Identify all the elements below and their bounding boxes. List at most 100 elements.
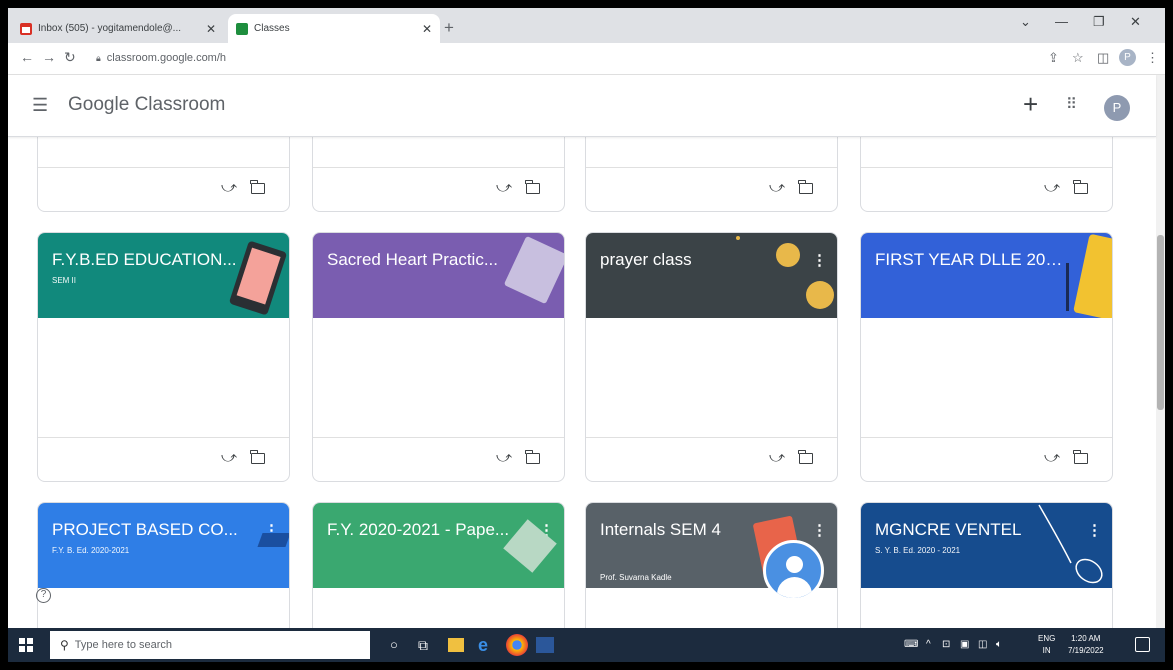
google-apps-icon[interactable]: ⠿ [1066,95,1077,113]
tray-app-icon[interactable]: ▣ [960,639,969,650]
more-options-icon[interactable]: ⋮ [812,521,827,539]
language-indicator[interactable]: ENG IN [1038,633,1055,657]
class-card[interactable]: ⤻ [312,137,565,212]
word-icon[interactable] [536,637,554,653]
card-banner[interactable]: FIRST YEAR DLLE 202... [861,233,1112,318]
back-icon[interactable]: ← [20,49,34,65]
tab-title: Classes [254,23,290,34]
class-card[interactable]: prayer class ⋮ ⤻ [585,232,838,482]
close-window-icon[interactable]: ✕ [1130,14,1141,30]
class-card[interactable]: ⤻ [585,137,838,212]
class-name[interactable]: F.Y.B.ED EDUCATION... [52,250,242,270]
minimize-icon[interactable]: — [1055,14,1068,29]
folder-icon[interactable] [525,450,540,464]
show-hidden-icons[interactable]: ^ [926,639,931,650]
card-banner[interactable]: F.Y.B.ED EDUCATION... SEM II [38,233,289,318]
account-avatar[interactable]: P [1104,95,1130,121]
earphones-illustration [1066,263,1069,311]
class-card[interactable]: MGNCRE VENTEL S. Y. B. Ed. 2020 - 2021 ⋮ [860,502,1113,628]
trending-icon[interactable]: ⤻ [221,179,237,196]
class-card[interactable]: FIRST YEAR DLLE 202... ⤻ [860,232,1113,482]
restore-icon[interactable]: ❐ [1093,14,1105,30]
class-section: SEM II [52,276,77,285]
folder-icon[interactable] [798,180,813,194]
card-banner[interactable]: MGNCRE VENTEL S. Y. B. Ed. 2020 - 2021 ⋮ [861,503,1112,588]
classroom-icon [236,22,248,35]
browser-profile-avatar[interactable]: P [1119,49,1136,66]
folder-icon[interactable] [525,180,540,194]
trending-icon[interactable]: ⤻ [769,449,785,466]
card-banner[interactable]: prayer class ⋮ [586,233,837,318]
new-tab-icon[interactable]: + [444,18,454,38]
tray-app-icon[interactable]: ⊡ [942,639,950,650]
class-name[interactable]: PROJECT BASED CO... [52,520,242,540]
cortana-icon[interactable]: ○ [390,636,398,654]
class-section: F.Y. B. Ed. 2020-2021 [52,546,130,555]
notifications-icon[interactable] [1135,637,1150,652]
close-tab-icon[interactable]: ✕ [422,22,432,36]
folder-icon[interactable] [250,450,265,464]
lang-code: ENG [1038,634,1056,643]
class-name[interactable]: prayer class [600,250,790,270]
classroom-header: ☰ Google Classroom + ⠿ P [8,75,1156,137]
class-name[interactable]: F.Y. 2020-2021 - Pape... [327,520,517,540]
more-options-icon[interactable]: ⋮ [812,251,827,269]
network-icon[interactable]: ◫ [978,639,987,650]
class-card[interactable]: F.Y.B.ED EDUCATION... SEM II ⤻ [37,232,290,482]
bookmark-star-icon[interactable]: ☆ [1072,50,1084,66]
card-banner[interactable]: Sacred Heart Practic... [313,233,564,318]
app-logo[interactable]: Google Classroom [68,94,225,116]
trending-icon[interactable]: ⤻ [1044,449,1060,466]
forward-icon[interactable]: → [42,49,56,65]
task-view-icon[interactable]: ⧉ [418,636,428,654]
search-icon: ⚲ [60,638,69,652]
reload-icon[interactable]: ↻ [64,49,76,66]
class-card[interactable]: ⤻ [860,137,1113,212]
main-menu-icon[interactable]: ☰ [32,95,48,116]
volume-icon[interactable]: 🔈︎ [996,639,1002,650]
trending-icon[interactable]: ⤻ [496,179,512,196]
class-card[interactable]: F.Y. 2020-2021 - Pape... ⋮ [312,502,565,628]
class-name[interactable]: Sacred Heart Practic... [327,250,517,270]
class-card[interactable]: PROJECT BASED CO... F.Y. B. Ed. 2020-202… [37,502,290,628]
chrome-icon[interactable] [506,634,528,656]
class-card[interactable]: Sacred Heart Practic... ⤻ [312,232,565,482]
close-tab-icon[interactable]: ✕ [206,22,216,36]
card-banner[interactable]: F.Y. 2020-2021 - Pape... ⋮ [313,503,564,588]
card-footer: ⤻ [313,437,564,481]
url-field[interactable]: 🔒︎ classroom.google.com/h [86,47,1006,69]
system-clock[interactable]: 1:20 AM 7/19/2022 [1068,633,1104,657]
folder-icon[interactable] [1073,450,1088,464]
taskbar-search-box[interactable]: ⚲ Type here to search [50,631,370,659]
teacher-avatar[interactable] [763,540,824,601]
side-panel-icon[interactable]: ◫ [1097,50,1109,66]
browser-tab-strip: Inbox (505) - yogitamendole@... ✕ Classe… [8,8,1165,43]
tab-gmail[interactable]: Inbox (505) - yogitamendole@... ✕ [12,14,224,43]
add-class-icon[interactable]: + [1023,89,1038,120]
tab-classes[interactable]: Classes ✕ [228,14,440,43]
trending-icon[interactable]: ⤻ [496,449,512,466]
folder-icon[interactable] [798,450,813,464]
folder-icon[interactable] [1073,180,1088,194]
windows-start-icon[interactable] [19,638,33,652]
page-scrollbar[interactable] [1156,75,1165,628]
card-footer: ⤻ [586,167,837,211]
tab-search-icon[interactable]: ⌄ [1020,14,1031,30]
trending-icon[interactable]: ⤻ [769,179,785,196]
share-icon[interactable]: ⇪ [1048,50,1059,66]
folder-icon[interactable] [250,180,265,194]
class-section: S. Y. B. Ed. 2020 - 2021 [875,546,961,555]
card-banner[interactable]: PROJECT BASED CO... F.Y. B. Ed. 2020-202… [38,503,289,588]
card-footer: ⤻ [861,437,1112,481]
browser-menu-icon[interactable]: ⋮ [1146,50,1159,66]
search-placeholder: Type here to search [74,639,173,651]
trending-icon[interactable]: ⤻ [1044,179,1060,196]
class-card[interactable]: ⤻ [37,137,290,212]
scrollbar-thumb[interactable] [1157,235,1164,410]
class-name[interactable]: FIRST YEAR DLLE 202... [875,250,1065,270]
trending-icon[interactable]: ⤻ [221,449,237,466]
help-icon[interactable]: ? [36,588,51,603]
file-explorer-icon[interactable] [448,638,464,652]
edge-icon[interactable]: e [478,636,488,654]
keyboard-icon[interactable]: ⌨ [904,639,918,650]
